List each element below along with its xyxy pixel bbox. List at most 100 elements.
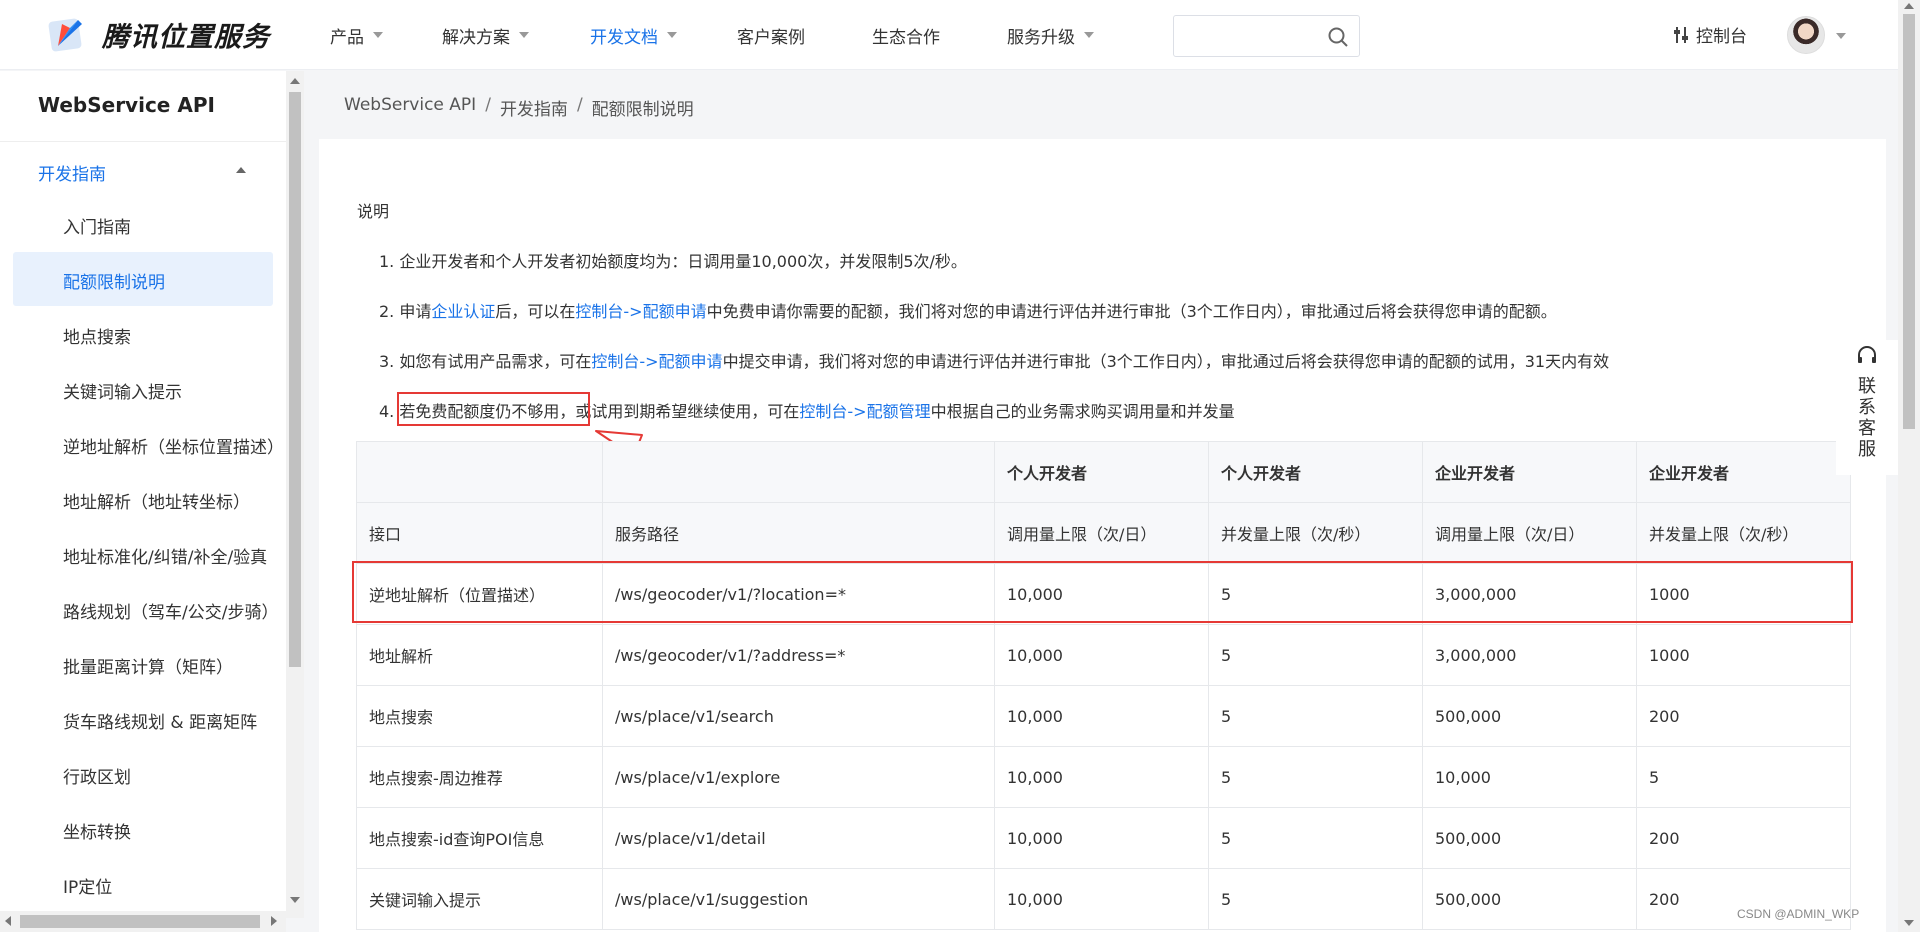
sidebar: WebService API 开发指南 入门指南 配额限制说明 地点搜索 关键词… xyxy=(0,71,286,918)
scroll-down-icon[interactable] xyxy=(1904,920,1914,926)
table-header-cell xyxy=(356,441,603,503)
table-cell: 10,000 xyxy=(994,807,1209,869)
quota-table: 个人开发者 个人开发者 企业开发者 企业开发者 接口 服务路径 调用量上限（次/… xyxy=(356,441,1851,930)
nav-item-ecosystem[interactable]: 生态合作 xyxy=(872,0,1007,70)
nav-item-product[interactable]: 产品 xyxy=(330,0,442,70)
nav-item-upgrade[interactable]: 服务升级 xyxy=(1007,0,1127,70)
nav-item-docs[interactable]: 开发文档 xyxy=(590,0,737,70)
sidebar-item-geocoding[interactable]: 地址解析（地址转坐标） xyxy=(63,488,250,513)
quota-manage-link[interactable]: 控制台->配额管理 xyxy=(799,402,930,421)
breadcrumb-separator: / xyxy=(576,95,583,115)
list-item: 1. 企业开发者和个人开发者初始额度均为：日调用量10,000次，并发限制5次/… xyxy=(379,252,967,271)
list-text: 中根据自己的业务需求购买调用量和并发量 xyxy=(930,402,1235,421)
scroll-up-icon[interactable] xyxy=(290,78,300,84)
table-cell: 500,000 xyxy=(1422,868,1637,930)
table-cell: 500,000 xyxy=(1422,807,1637,869)
list-text: 中免费申请你需要的配额，我们将对您的申请进行评估并进行审批（3个工作日内），审批… xyxy=(706,302,1557,321)
nav-item-cases[interactable]: 客户案例 xyxy=(737,0,872,70)
nav-label: 开发文档 xyxy=(590,27,658,48)
table-cell: /ws/place/v1/suggestion xyxy=(602,868,995,930)
chevron-up-icon[interactable] xyxy=(236,167,246,173)
search-input[interactable] xyxy=(1173,15,1360,57)
table-header-cell: 并发量上限（次/秒） xyxy=(1208,502,1423,564)
scroll-up-icon[interactable] xyxy=(1904,3,1914,9)
table-cell: 地点搜索-id查询POI信息 xyxy=(356,807,603,869)
sidebar-scrollbar-thumb[interactable] xyxy=(289,92,301,667)
table-header-cell: 服务路径 xyxy=(602,502,995,564)
sidebar-item-getting-started[interactable]: 入门指南 xyxy=(63,213,131,238)
brand-logo[interactable]: 腾讯位置服务 xyxy=(48,14,270,54)
list-item: 3. 如您有试用产品需求，可在控制台->配额申请中提交申请，我们将对您的申请进行… xyxy=(379,348,1609,372)
sidebar-item-route-planning[interactable]: 路线规划（驾车/公交/步骑） xyxy=(63,598,278,623)
table-cell: 地点搜索 xyxy=(356,685,603,747)
breadcrumb-item[interactable]: WebService API xyxy=(344,95,476,120)
table-header-cell: 调用量上限（次/日） xyxy=(994,502,1209,564)
table-cell: /ws/place/v1/detail xyxy=(602,807,995,869)
sidebar-item-district[interactable]: 行政区划 xyxy=(63,763,131,788)
sidebar-item-suggestion[interactable]: 关键词输入提示 xyxy=(63,378,182,403)
table-cell: 5 xyxy=(1208,807,1423,869)
scroll-right-icon[interactable] xyxy=(271,916,277,926)
scroll-down-icon[interactable] xyxy=(290,897,300,903)
sidebar-horizontal-scrollbar[interactable] xyxy=(0,911,286,932)
table-row: 地点搜索-id查询POI信息 /ws/place/v1/detail 10,00… xyxy=(356,807,1851,869)
main-nav: 产品 解决方案 开发文档 客户案例 生态合作 服务升级 xyxy=(330,0,1127,70)
sidebar-item-reverse-geocoding[interactable]: 逆地址解析（坐标位置描述） xyxy=(63,433,284,458)
table-header-cell: 接口 xyxy=(356,502,603,564)
page-scrollbar[interactable] xyxy=(1898,0,1920,932)
table-header-cell: 企业开发者 xyxy=(1636,441,1851,503)
table-header-cell: 企业开发者 xyxy=(1422,441,1637,503)
table-cell: 关键词输入提示 xyxy=(356,868,603,930)
breadcrumb-item[interactable]: 开发指南 xyxy=(500,95,568,120)
chevron-down-icon xyxy=(1084,32,1094,38)
table-cell: 200 xyxy=(1636,807,1851,869)
avatar[interactable] xyxy=(1787,16,1825,54)
table-cell: /ws/place/v1/search xyxy=(602,685,995,747)
list-number: 2. xyxy=(379,302,395,321)
sidebar-item-ip-location[interactable]: IP定位 xyxy=(63,873,112,898)
table-row: 关键词输入提示 /ws/place/v1/suggestion 10,000 5… xyxy=(356,868,1851,930)
console-label: 控制台 xyxy=(1696,27,1747,47)
horizontal-scrollbar-thumb[interactable] xyxy=(20,915,260,928)
table-header-cell: 调用量上限（次/日） xyxy=(1422,502,1637,564)
list-number: 4. xyxy=(379,402,395,421)
sidebar-item-truck-route[interactable]: 货车路线规划 & 距离矩阵 xyxy=(63,708,257,733)
breadcrumb-separator: / xyxy=(485,95,491,115)
console-link[interactable]: 控制台 xyxy=(1672,22,1747,47)
table-cell: 5 xyxy=(1636,746,1851,808)
sidebar-item-coord-convert[interactable]: 坐标转换 xyxy=(63,818,131,843)
table-cell: 3,000,000 xyxy=(1422,624,1637,686)
sidebar-section-guide[interactable]: 开发指南 xyxy=(38,160,106,185)
annotation-row-highlight xyxy=(352,561,1853,623)
sidebar-item-distance-matrix[interactable]: 批量距离计算（矩阵） xyxy=(63,653,233,678)
quota-apply-link[interactable]: 控制台->配额申请 xyxy=(591,352,722,371)
chevron-down-icon[interactable] xyxy=(1836,33,1846,39)
search-icon[interactable] xyxy=(1327,26,1349,48)
table-cell: 5 xyxy=(1208,746,1423,808)
nav-item-solutions[interactable]: 解决方案 xyxy=(442,0,590,70)
table-cell: 1000 xyxy=(1636,624,1851,686)
chevron-down-icon xyxy=(519,32,529,38)
sidebar-item-quota[interactable]: 配额限制说明 xyxy=(63,268,165,293)
nav-label: 解决方案 xyxy=(442,27,510,48)
quota-apply-link[interactable]: 控制台->配额申请 xyxy=(575,302,706,321)
table-cell: 10,000 xyxy=(1422,746,1637,808)
sidebar-item-address-standardize[interactable]: 地址标准化/纠错/补全/验真 xyxy=(63,543,267,568)
brand-name: 腾讯位置服务 xyxy=(102,21,270,53)
table-row: 地点搜索-周边推荐 /ws/place/v1/explore 10,000 5 … xyxy=(356,746,1851,808)
list-text: 中提交申请，我们将对您的申请进行评估并进行审批（3个工作日内），审批通过后将会获… xyxy=(722,352,1610,371)
sidebar-item-place-search[interactable]: 地点搜索 xyxy=(63,323,131,348)
list-item: 2. 申请企业认证后，可以在控制台->配额申请中免费申请你需要的配额，我们将对您… xyxy=(379,298,1557,322)
scroll-left-icon[interactable] xyxy=(5,916,11,926)
divider xyxy=(0,141,286,142)
contact-support-widget[interactable]: 联系客服 xyxy=(1836,340,1898,475)
table-header-cell xyxy=(602,441,995,503)
enterprise-auth-link[interactable]: 企业认证 xyxy=(431,302,495,321)
table-header-row: 个人开发者 个人开发者 企业开发者 企业开发者 xyxy=(356,441,1851,503)
page-scrollbar-thumb[interactable] xyxy=(1903,14,1915,429)
list-text: 如您有试用产品需求，可在 xyxy=(399,352,592,371)
watermark: CSDN @ADMIN_WKP xyxy=(1737,907,1860,921)
nav-label: 客户案例 xyxy=(737,27,805,48)
list-text: 后，可以在 xyxy=(495,302,576,321)
sidebar-title: WebService API xyxy=(38,93,215,117)
